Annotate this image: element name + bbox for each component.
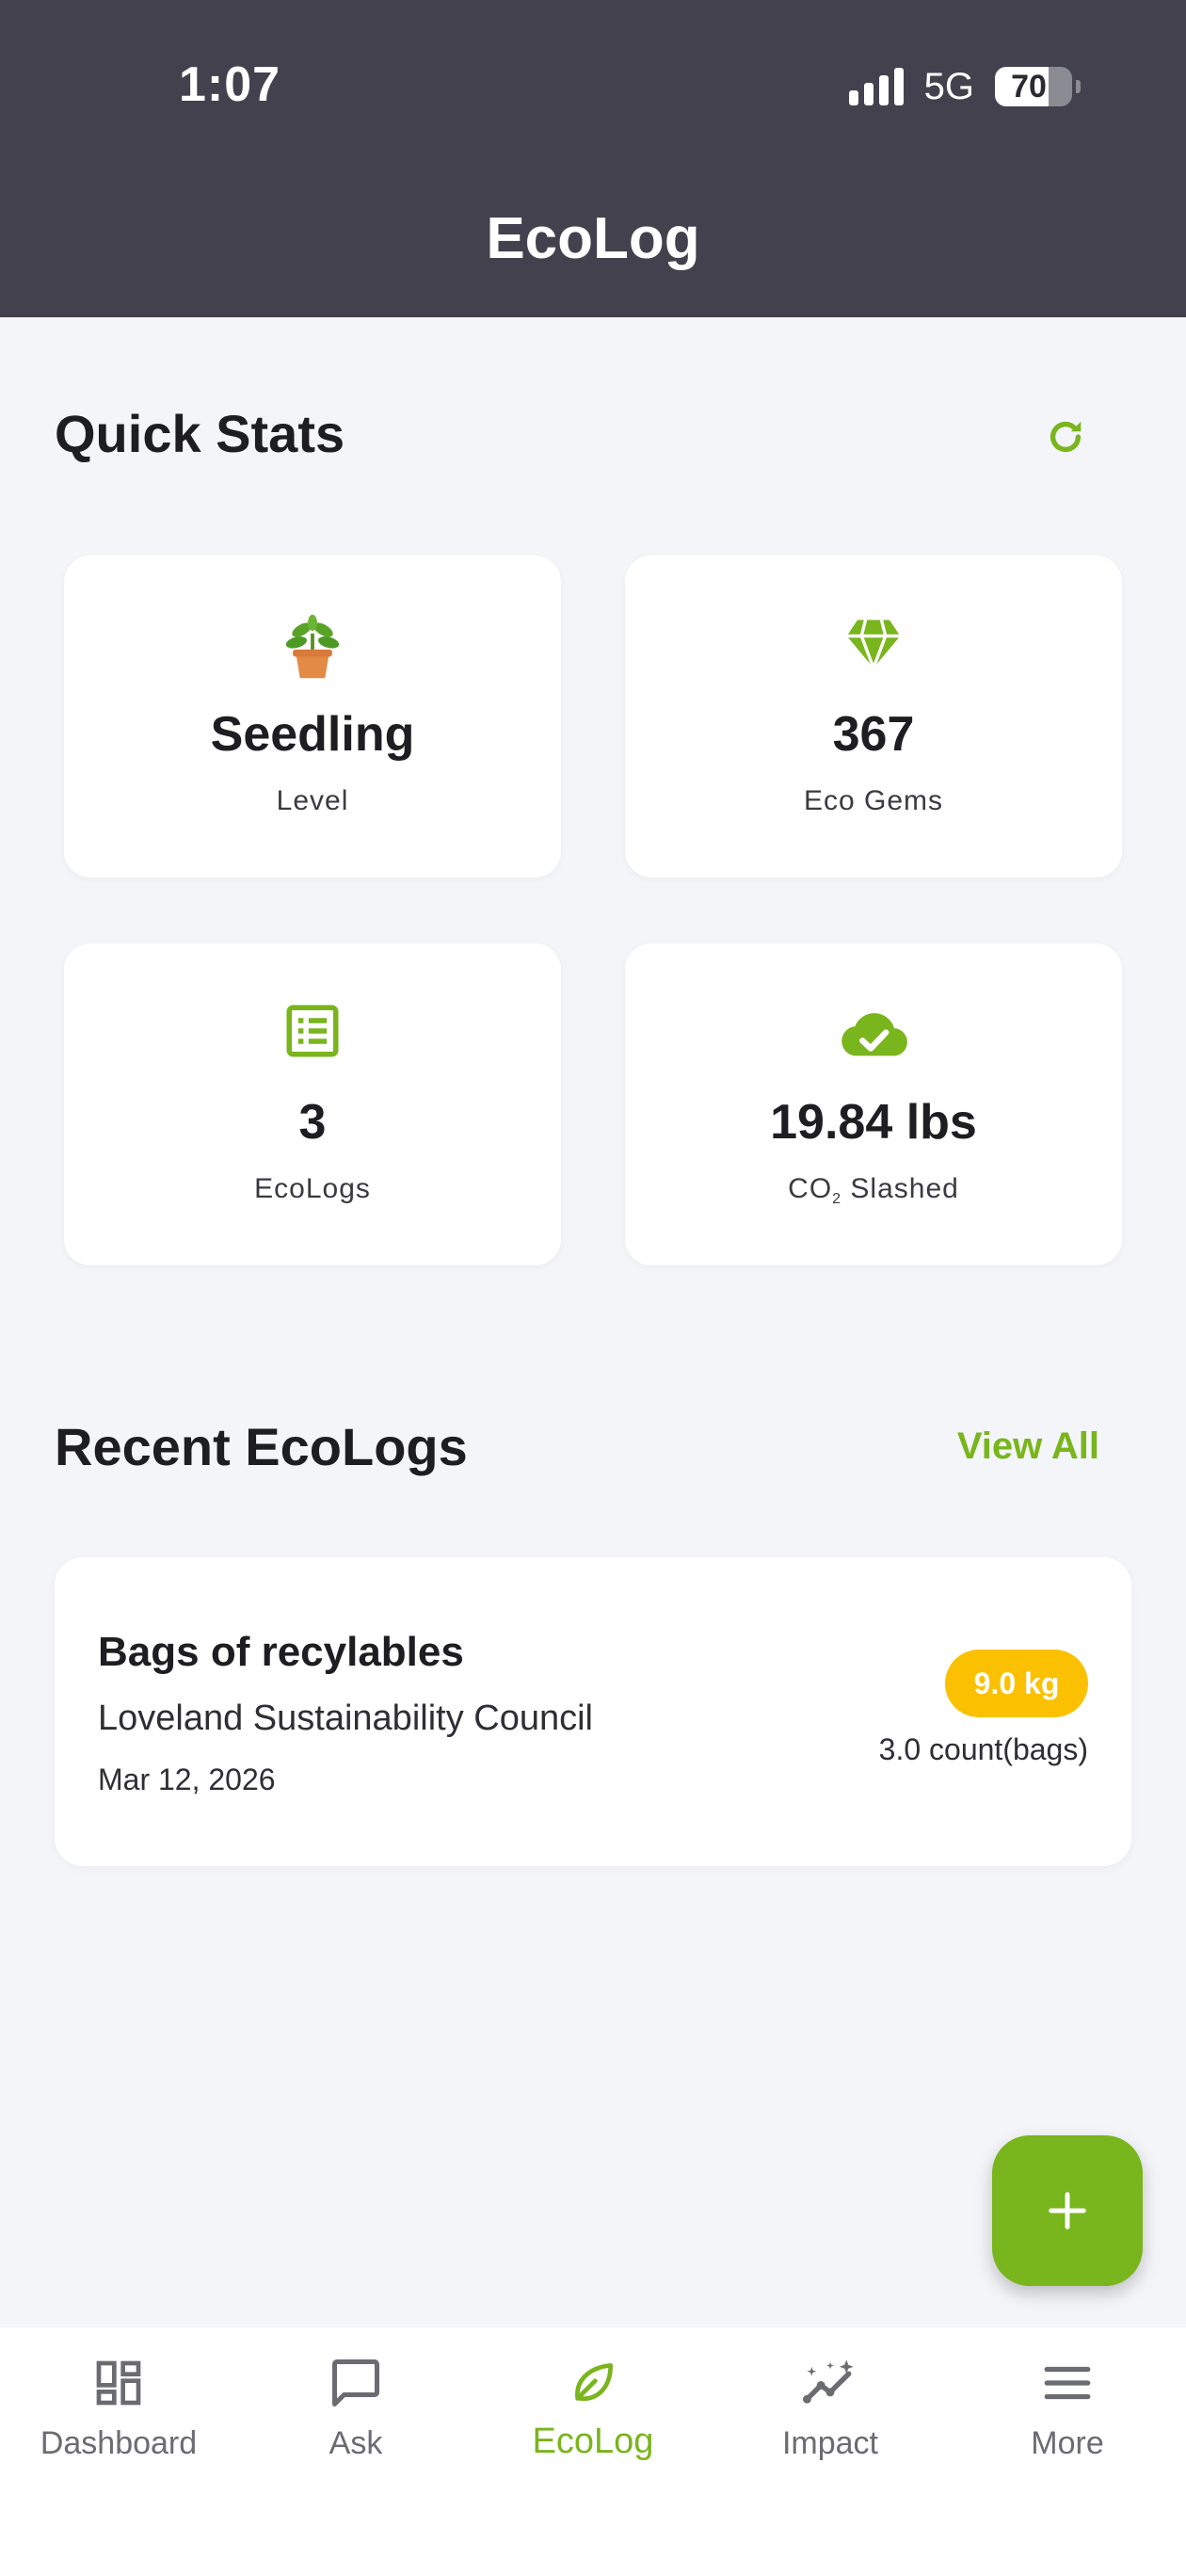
stat-value: 19.84 lbs: [770, 1095, 977, 1150]
stat-card-ecologs[interactable]: 3 EcoLogs: [64, 943, 561, 1265]
log-date: Mar 12, 2026: [98, 1763, 276, 1796]
add-ecolog-button[interactable]: [992, 2135, 1143, 2286]
cloud-check-icon: [841, 1013, 907, 1056]
leaf-icon: [575, 2363, 613, 2401]
stat-card-co2-slashed[interactable]: 19.84 lbs CO2 Slashed: [625, 943, 1122, 1265]
stat-label: EcoLogs: [254, 1173, 371, 1204]
weight-badge: 9.0 kg: [945, 1650, 1088, 1717]
plus-icon: [1049, 2192, 1086, 2230]
stat-label-prefix: CO: [788, 1173, 833, 1204]
menu-icon: [1044, 2366, 1091, 2400]
view-all-link[interactable]: View All: [957, 1425, 1099, 1468]
stat-label-sub: 2: [832, 1191, 842, 1207]
nav-label: Dashboard: [40, 2425, 198, 2461]
stat-label-suffix: Slashed: [841, 1173, 959, 1204]
battery-tip: [1076, 80, 1081, 93]
nav-item-more[interactable]: More: [949, 2327, 1186, 2487]
sparkle-chart-icon: [802, 2359, 854, 2404]
stat-label: Level: [276, 785, 349, 816]
recent-ecologs-title: Recent EcoLogs: [55, 1417, 468, 1476]
nav-label: Ask: [329, 2425, 383, 2461]
signal-icon: [848, 68, 904, 105]
nav-item-ecolog[interactable]: EcoLog: [474, 2327, 712, 2487]
quick-stats-title: Quick Stats: [55, 404, 345, 463]
page-title: EcoLog: [486, 206, 700, 271]
nav-item-dashboard[interactable]: Dashboard: [0, 2327, 237, 2487]
battery-percent: 70: [1011, 68, 1047, 105]
list-icon: [286, 1005, 339, 1057]
nav-item-ask[interactable]: Ask: [237, 2327, 474, 2487]
stat-card-eco-gems[interactable]: 367 Eco Gems: [625, 555, 1122, 877]
log-count: 3.0 count(bags): [878, 1732, 1088, 1766]
status-indicators: 5G 70: [848, 64, 1081, 109]
nav-label: Impact: [781, 2425, 879, 2461]
chat-bubble-icon: [332, 2359, 379, 2407]
stat-value: 3: [298, 1095, 327, 1150]
network-type: 5G: [923, 65, 974, 107]
seedling-pot-icon: [285, 614, 340, 679]
stat-label: Eco Gems: [803, 785, 944, 816]
nav-label: EcoLog: [532, 2422, 654, 2461]
list-item[interactable]: Bags of recylables Loveland Sustainabili…: [55, 1557, 1131, 1866]
nav-label: More: [1031, 2425, 1104, 2461]
top-bar: 1:07 5G 70 EcoLog: [0, 0, 1186, 317]
gem-icon: [846, 620, 901, 669]
battery-icon: 70: [995, 67, 1072, 106]
stat-value: 367: [832, 707, 915, 762]
refresh-button[interactable]: [1039, 411, 1092, 463]
stat-value: Seedling: [210, 707, 415, 762]
dashboard-icon: [96, 2360, 141, 2406]
log-title: Bags of recylables: [98, 1629, 464, 1675]
nav-item-impact[interactable]: Impact: [712, 2327, 949, 2487]
refresh-icon: [1050, 421, 1082, 453]
status-time: 1:07: [179, 57, 281, 112]
log-organization: Loveland Sustainability Council: [98, 1699, 593, 1738]
stat-label: CO2 Slashed: [625, 1173, 1122, 1208]
stat-card-level[interactable]: Seedling Level: [64, 555, 561, 877]
bottom-nav: Dashboard Ask EcoLog Impact More: [0, 2327, 1186, 2576]
